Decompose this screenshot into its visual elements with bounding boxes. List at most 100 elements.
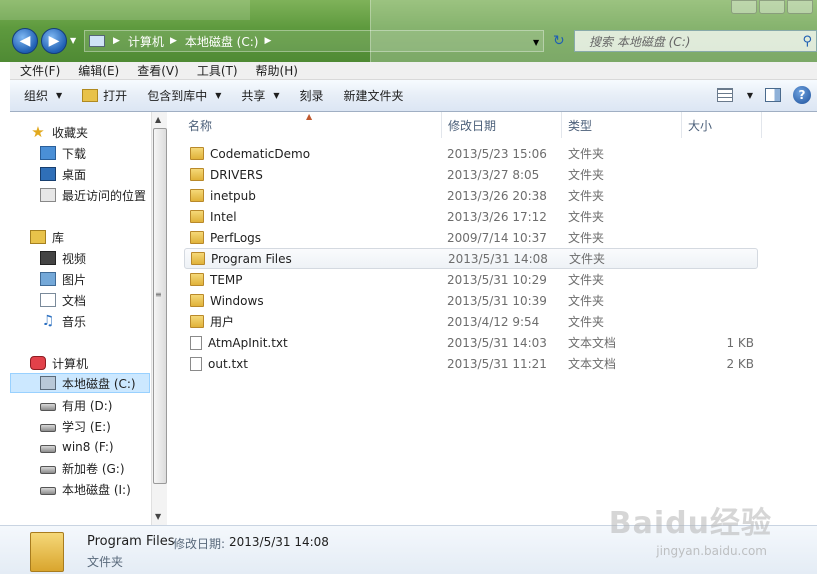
folder-icon (190, 273, 204, 286)
chevron-down-icon: ▼ (215, 91, 222, 100)
nav-computer[interactable]: 计算机 (30, 353, 88, 373)
file-date: 2013/3/27 8:05 (447, 167, 540, 182)
change-view-icon[interactable] (716, 88, 733, 102)
maximize-button[interactable] (759, 0, 785, 14)
help-icon[interactable]: ? (793, 86, 811, 104)
minimize-button[interactable] (731, 0, 757, 14)
details-date: 2013/5/31 14:08 (229, 535, 329, 549)
nav-drive-f[interactable]: win8 (F:) (40, 437, 114, 457)
nav-drive-label: win8 (F:) (62, 440, 114, 454)
file-row[interactable]: PerfLogs 2009/7/14 10:37 文件夹 (184, 227, 758, 248)
file-date: 2013/5/31 14:03 (447, 335, 547, 350)
chevron-right-icon[interactable]: ▶ (113, 36, 120, 46)
file-date: 2013/5/31 10:29 (447, 272, 547, 287)
nav-desktop-label: 桌面 (62, 167, 87, 182)
file-type: 文件夹 (568, 189, 605, 203)
file-row[interactable]: inetpub 2013/3/26 20:38 文件夹 (184, 185, 758, 206)
share-button[interactable]: 共享 ▼ (241, 87, 279, 104)
file-name: DRIVERS (210, 167, 263, 182)
file-row-selected[interactable]: Program Files 2013/5/31 14:08 文件夹 (184, 248, 758, 269)
include-in-library-button[interactable]: 包含到库中 ▼ (147, 87, 221, 104)
navigation-scrollbar[interactable]: ▲ ≡ ▼ (151, 112, 167, 525)
search-input[interactable]: 搜索 本地磁盘 (C:) ⚲ (574, 30, 817, 52)
address-dropdown-icon[interactable]: ▼ (533, 38, 539, 47)
nav-drive-i[interactable]: 本地磁盘 (I:) (40, 479, 131, 499)
nav-desktop[interactable]: 桌面 (40, 164, 86, 184)
column-header-size[interactable]: 大小 (682, 112, 762, 138)
file-date: 2013/5/23 15:06 (447, 146, 547, 161)
nav-pictures-label: 图片 (62, 272, 87, 287)
address-bar[interactable]: ▶ 计算机 ▶ 本地磁盘 (C:) ▶ (84, 30, 544, 52)
nav-libraries[interactable]: 库 (30, 227, 64, 247)
details-type: 文件夹 (87, 555, 124, 569)
back-button[interactable]: ◀ (12, 28, 38, 54)
menu-file[interactable]: 文件(F) (20, 62, 60, 79)
breadcrumb-computer[interactable]: 计算机 (128, 33, 164, 50)
folder-icon (190, 168, 204, 181)
file-row[interactable]: AtmApInit.txt 2013/5/31 14:03 文本文档 1 KB (184, 332, 758, 353)
menu-edit[interactable]: 编辑(E) (78, 62, 119, 79)
nav-videos[interactable]: 视频 (40, 248, 86, 268)
file-row[interactable]: Windows 2013/5/31 10:39 文件夹 (184, 290, 758, 311)
file-size: 1 KB (726, 335, 754, 350)
nav-recent-places[interactable]: 最近访问的位置 (40, 185, 146, 205)
file-type: 文件夹 (568, 210, 605, 224)
refresh-icon[interactable]: ↻ (553, 33, 565, 49)
drive-icon (40, 423, 56, 432)
file-type: 文件夹 (568, 315, 605, 329)
nav-downloads[interactable]: 下载 (40, 143, 86, 163)
chevron-down-icon[interactable]: ▼ (747, 91, 753, 100)
recent-pages-dropdown-icon[interactable]: ▼ (70, 36, 78, 45)
navigation-pane: ★ 收藏夹 下载 桌面 最近访问的位置 库 视频 图片 文档 ♫ 音乐 计算机 … (10, 112, 150, 525)
close-button[interactable] (787, 0, 813, 14)
nav-pictures[interactable]: 图片 (40, 269, 86, 289)
file-row[interactable]: DRIVERS 2013/3/27 8:05 文件夹 (184, 164, 758, 185)
file-row[interactable]: 用户 2013/4/12 9:54 文件夹 (184, 311, 758, 332)
nav-music[interactable]: ♫ 音乐 (40, 311, 86, 331)
organize-button[interactable]: 组织 ▼ (24, 87, 62, 104)
search-icon[interactable]: ⚲ (802, 34, 812, 49)
system-drive-icon (40, 376, 56, 390)
recent-places-icon (40, 188, 56, 202)
column-header-type[interactable]: 类型 (562, 112, 682, 138)
scroll-up-icon[interactable]: ▲ (155, 115, 161, 124)
menu-help[interactable]: 帮助(H) (256, 62, 298, 79)
file-date: 2013/3/26 20:38 (447, 188, 547, 203)
column-header-date[interactable]: 修改日期 (442, 112, 562, 138)
include-in-library-label: 包含到库中 (147, 89, 208, 103)
text-file-icon (190, 335, 202, 350)
details-name: Program Files (87, 534, 175, 549)
folder-icon (190, 294, 204, 307)
burn-button[interactable]: 刻录 (300, 87, 324, 104)
menu-view[interactable]: 查看(V) (137, 62, 179, 79)
scroll-down-icon[interactable]: ▼ (155, 512, 161, 521)
chevron-right-icon[interactable]: ▶ (170, 36, 177, 46)
nav-favorites[interactable]: ★ 收藏夹 (30, 122, 88, 142)
file-row[interactable]: Intel 2013/3/26 17:12 文件夹 (184, 206, 758, 227)
nav-drive-c[interactable]: 本地磁盘 (C:) (10, 373, 150, 393)
preview-pane-icon[interactable] (765, 88, 781, 102)
nav-drive-g[interactable]: 新加卷 (G:) (40, 458, 125, 478)
file-type: 文本文档 (568, 357, 617, 371)
file-type: 文件夹 (568, 273, 605, 287)
file-row[interactable]: out.txt 2013/5/31 11:21 文本文档 2 KB (184, 353, 758, 374)
background-window (0, 0, 250, 20)
command-bar: 组织 ▼ 打开 包含到库中 ▼ 共享 ▼ 刻录 新建文件夹 ▼ ? (10, 80, 817, 112)
nav-drive-e[interactable]: 学习 (E:) (40, 416, 111, 436)
file-date: 2013/5/31 14:08 (448, 251, 548, 266)
file-date: 2013/4/12 9:54 (447, 314, 540, 329)
file-row[interactable]: CodematicDemo 2013/5/23 15:06 文件夹 (184, 143, 758, 164)
breadcrumb-drive-c[interactable]: 本地磁盘 (C:) (185, 33, 259, 50)
downloads-icon (40, 146, 56, 160)
chevron-right-icon[interactable]: ▶ (264, 36, 271, 46)
file-row[interactable]: TEMP 2013/5/31 10:29 文件夹 (184, 269, 758, 290)
new-folder-button[interactable]: 新建文件夹 (344, 87, 404, 104)
open-button[interactable]: 打开 (82, 87, 127, 104)
forward-button[interactable]: ▶ (41, 28, 67, 54)
nav-drive-d[interactable]: 有用 (D:) (40, 395, 112, 415)
column-header-name[interactable]: 名称 (182, 112, 442, 138)
nav-documents[interactable]: 文档 (40, 290, 86, 310)
menu-tools[interactable]: 工具(T) (197, 62, 238, 79)
file-date: 2013/3/26 17:12 (447, 209, 547, 224)
scrollbar-thumb[interactable] (153, 128, 167, 484)
